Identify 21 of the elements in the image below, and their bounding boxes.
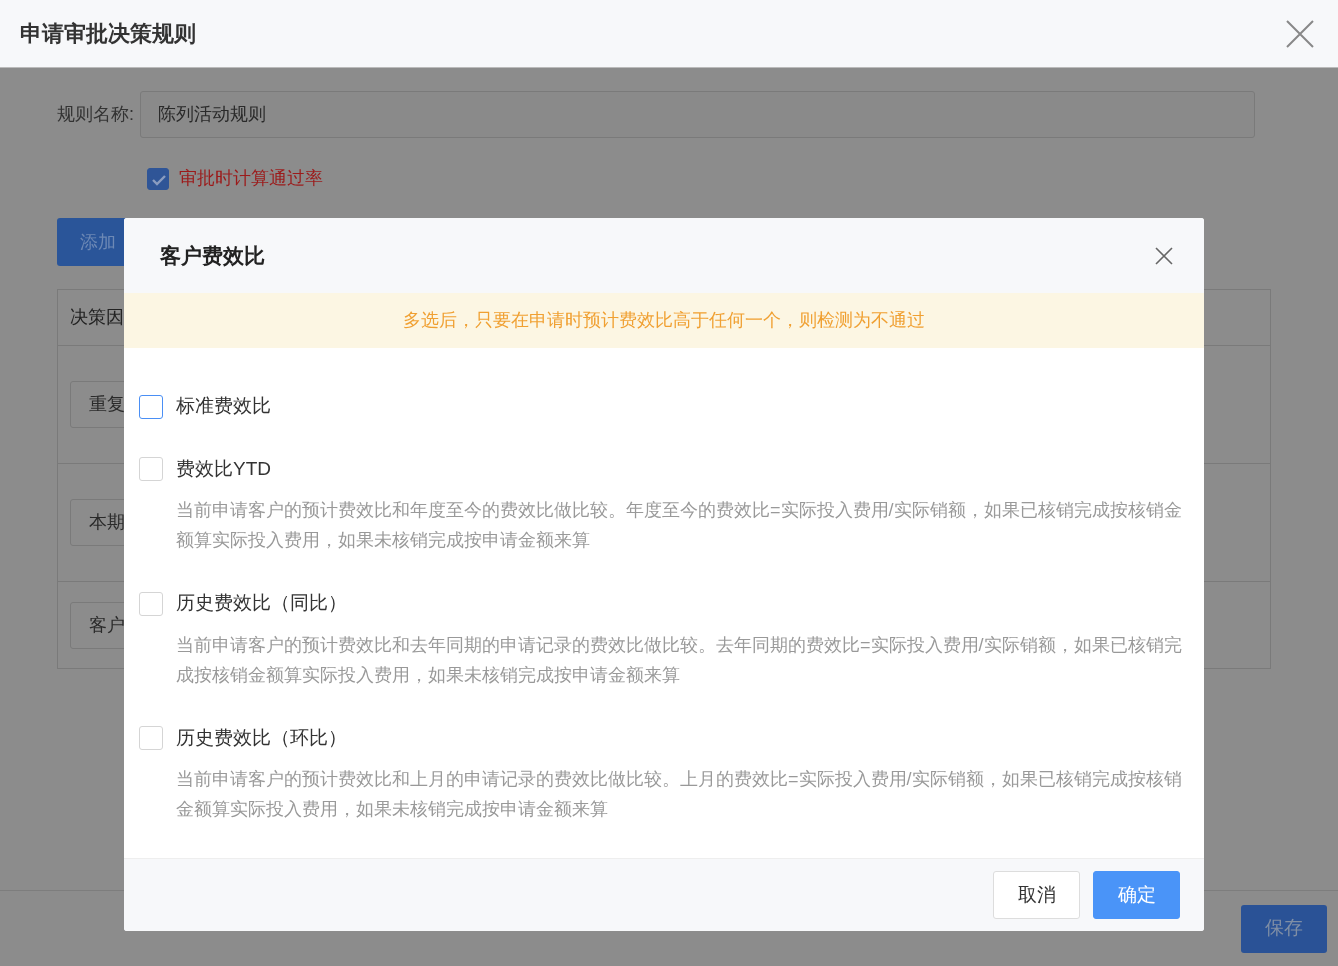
confirm-button[interactable]: 确定 [1093,871,1180,920]
close-icon[interactable] [1154,245,1174,266]
checkbox-label: 审批时计算通过率 [179,167,323,190]
checkbox[interactable] [139,394,163,419]
save-button[interactable]: 保存 [1241,904,1327,953]
checkbox-label: 历史费效比（环比） [176,725,347,750]
rule-name-field[interactable]: 陈列活动规则 [140,91,1255,138]
table-header: 决策因 [70,306,124,329]
close-icon[interactable] [1286,19,1314,48]
notice-text: 多选后，只要在申请时预计费效比高于任何一个，则检测为不通过 [403,309,925,333]
option-description: 当前申请客户的预计费效比和年度至今的费效比做比较。年度至今的费效比=实际投入费用/实际销额，如果已核销完成按核销金额算实际投入费用，如果未核销完成按申请金额来算 [176,499,1183,553]
option-description: 当前申请客户的预计费效比和去年同期的申请记录的费效比做比较。去年同期的费效比=实际投入费用/实际销额，如果已核销完成按核销金额算实际投入费用，如果未核销完成按申请金额来算 [176,633,1183,687]
checkbox-label: 费效比YTD [176,456,271,481]
page-title: 申请审批决策规则 [20,20,196,48]
cancel-button[interactable]: 取消 [993,871,1080,920]
option-description: 当前申请客户的预计费效比和上月的申请记录的费效比做比较。上月的费效比=实际投入费用/实际销额，如果已核销完成按核销金额算实际投入费用，如果未核销完成按申请金额来算 [176,768,1183,822]
field-label: 规则名称: [57,103,134,126]
checkbox[interactable] [147,167,169,190]
checkbox-option[interactable]: 历史费效比（环比） 当前申请客户的预计费效比和上月的申请记录的费效比做比较。上月的费效比=实际投入费用/实际销额，如果已核销完成按核销金额算实际投入费用，如果未核销完成按申请金额来算 [139,723,1188,825]
checkbox-label: 历史费效比（同比） [176,591,347,616]
checkbox-label: 标准费效比 [176,394,271,419]
